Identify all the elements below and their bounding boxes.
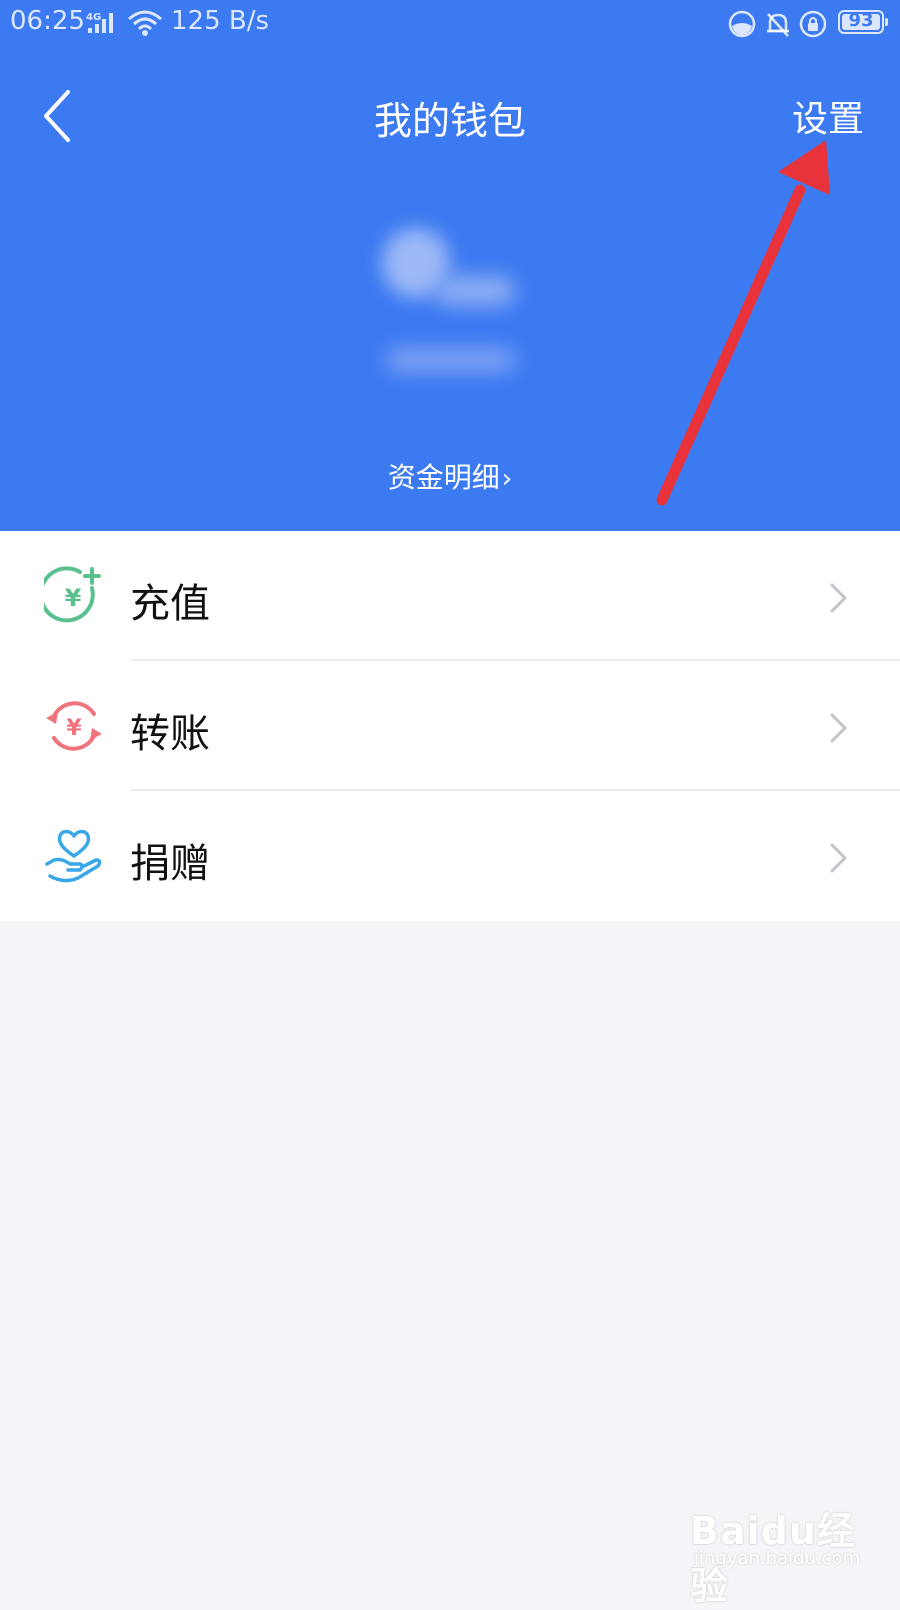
- chevron-right-icon: [830, 583, 847, 613]
- baidu-jingyan-watermark: Baidu经验 jingyan.baidu.com: [690, 1500, 870, 1608]
- cellular-signal-icon: 4G: [86, 12, 113, 33]
- menu-item-label: 充值: [130, 581, 210, 627]
- battery-indicator: 93: [838, 10, 888, 34]
- chevron-right-icon: [830, 713, 847, 743]
- menu-item-label: 捐赠: [130, 841, 210, 887]
- rotation-lock-icon: [799, 10, 827, 38]
- funds-detail-label: 资金明细: [387, 461, 500, 494]
- donate-heart-hand-icon: [45, 829, 102, 883]
- menu-item-label: 转账: [130, 711, 210, 757]
- watermark-url: jingyan.baidu.com: [694, 1548, 861, 1569]
- menu-item-recharge[interactable]: ¥ 充值: [0, 531, 900, 661]
- balance-redacted: [386, 348, 516, 372]
- page-title: 我的钱包: [373, 99, 526, 143]
- wifi-icon: [128, 10, 162, 36]
- battery-level: 93: [848, 10, 874, 31]
- user-name-redacted: [436, 276, 514, 306]
- svg-text:¥: ¥: [65, 584, 82, 612]
- network-speed: 125 B/s: [171, 6, 270, 36]
- wallet-menu: ¥ 充值 ¥ 转账 捐赠: [0, 531, 900, 921]
- wallet-header: 06:25 4G 125 B/s 93 我的钱包 设置 资金明细›: [0, 0, 900, 531]
- chevron-right-icon: [830, 843, 847, 873]
- status-time: 06:25: [10, 6, 85, 36]
- status-bar: 06:25 4G 125 B/s 93: [0, 0, 900, 46]
- chevron-right-icon: ›: [501, 464, 513, 494]
- transfer-yuan-cycle-icon: ¥: [46, 701, 102, 751]
- funds-detail-link[interactable]: 资金明细›: [0, 456, 900, 496]
- svg-text:¥: ¥: [66, 716, 82, 741]
- settings-button[interactable]: 设置: [792, 90, 864, 142]
- menu-item-transfer[interactable]: ¥ 转账: [0, 661, 900, 791]
- network-type-label: 4G: [86, 12, 101, 23]
- bell-muted-icon: [767, 13, 789, 37]
- annotation-arrow: [656, 140, 830, 506]
- recharge-yuan-plus-icon: ¥: [44, 566, 101, 623]
- eye-comfort-icon: [728, 10, 756, 38]
- menu-item-donate[interactable]: 捐赠: [0, 791, 900, 921]
